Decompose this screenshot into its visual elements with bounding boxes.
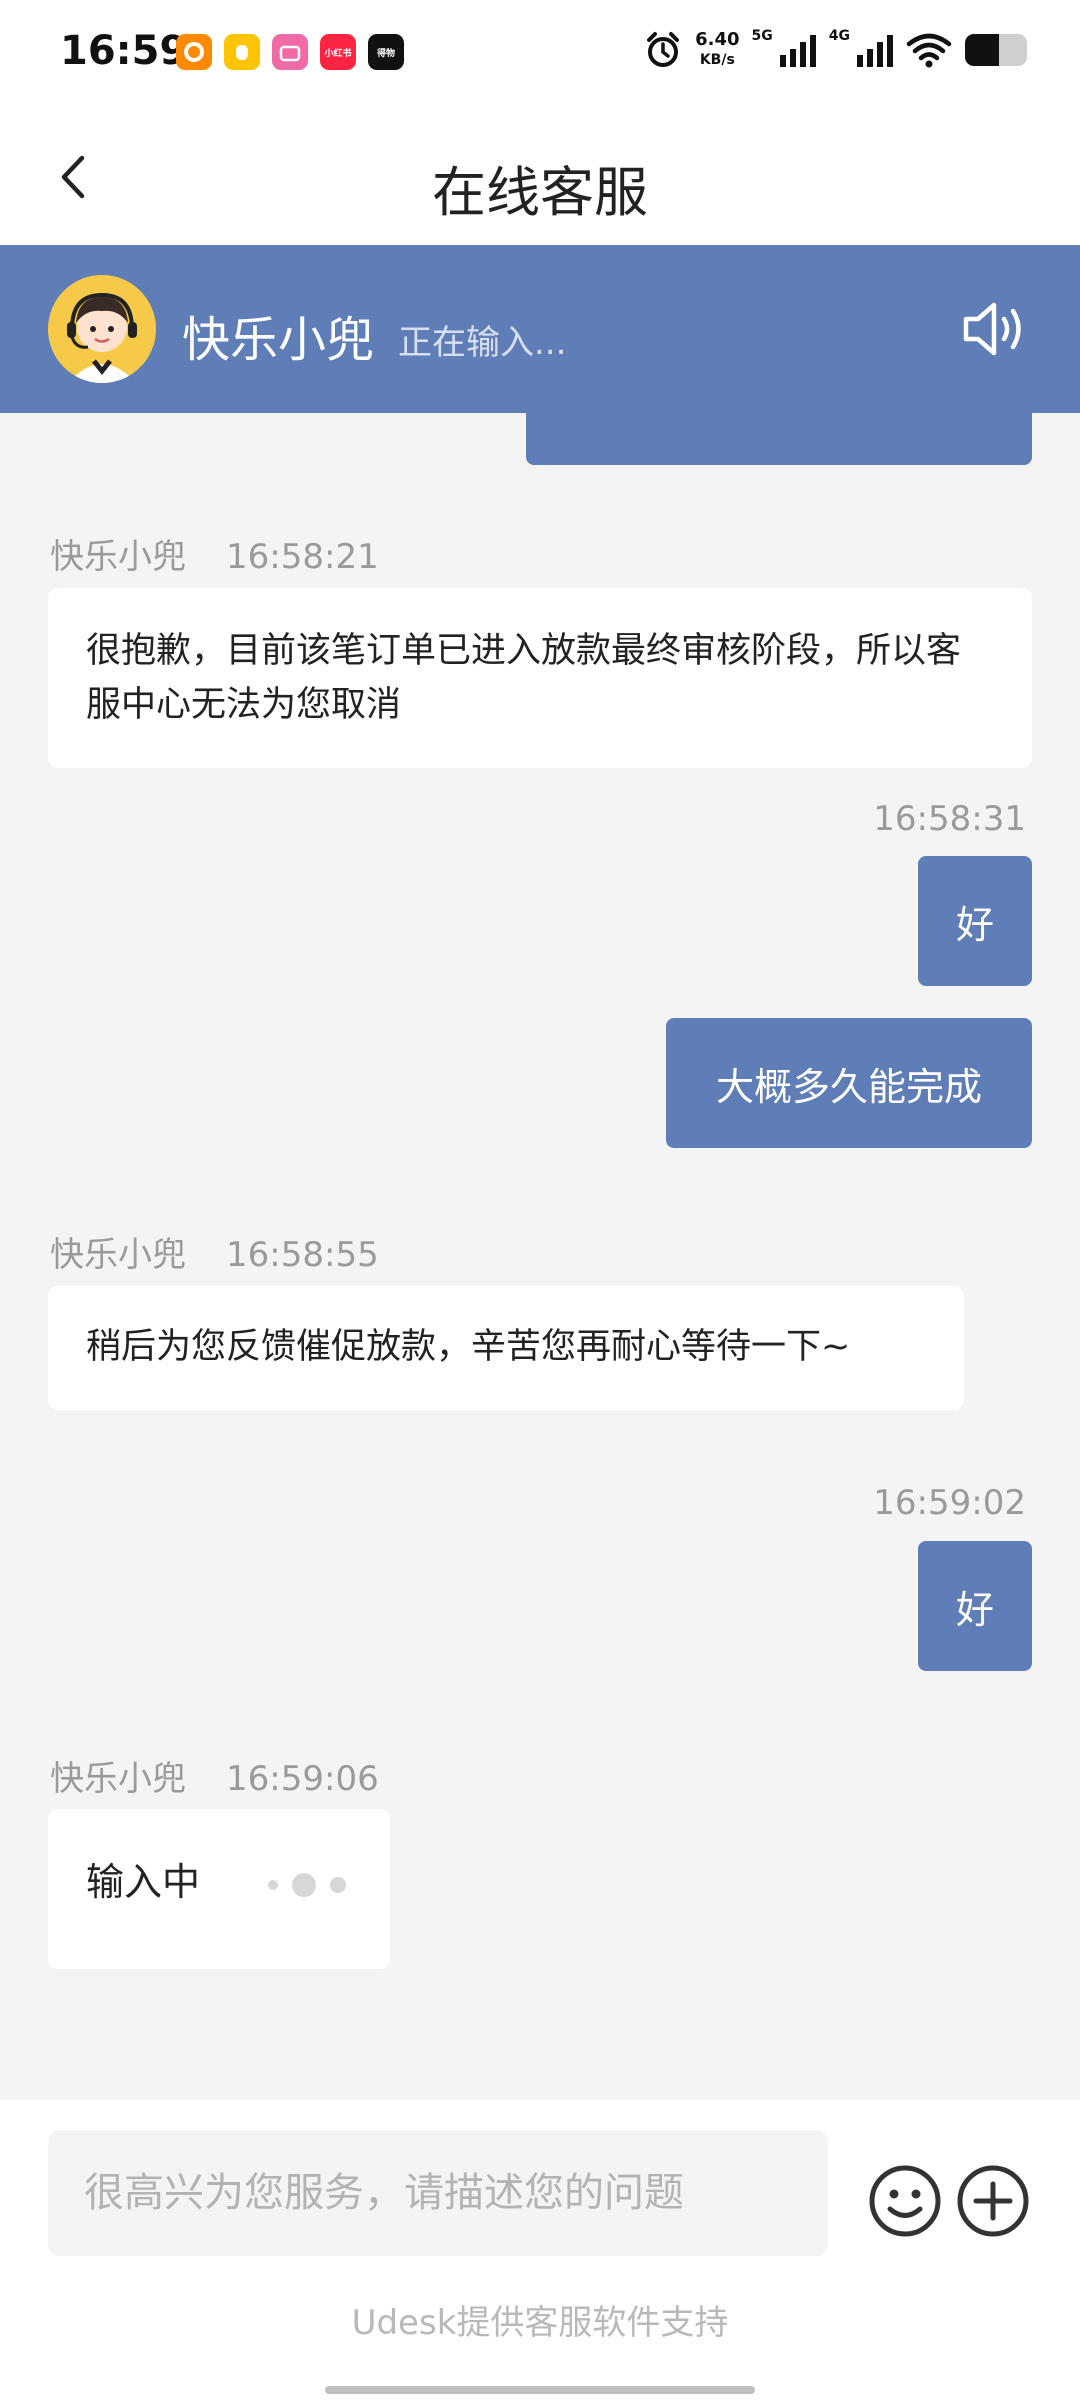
alarm-icon [647, 32, 680, 67]
message-bubble-cut [526, 413, 1032, 465]
net-speed: 6.40 KB/s [695, 29, 740, 69]
battery-icon [965, 34, 1027, 66]
message-bubble-agent: 稍后为您反馈催促放款，辛苦您再耐心等待一下~ [48, 1286, 964, 1410]
message-time: 16:58:21 [226, 537, 379, 577]
notification-apps: 小红书 得物 [176, 34, 404, 70]
message-input[interactable] [48, 2130, 828, 2256]
message-meta: 快乐小兜 16:58:55 [50, 1227, 379, 1276]
agent-header: 快乐小兜 正在输入... [0, 245, 1080, 413]
agent-typing-status: 正在输入... [398, 323, 567, 363]
speaker-button[interactable] [960, 297, 1030, 361]
signal-icon [857, 35, 893, 67]
message-bubble-user: 好 [918, 1541, 1032, 1671]
status-time: 16:59 [60, 28, 188, 74]
message-meta: 快乐小兜 16:59:06 [50, 1751, 379, 1800]
message-bubble-user: 好 [918, 856, 1032, 986]
input-area: Udesk提供客服软件支持 [0, 2100, 1080, 2400]
bilibili-icon [272, 34, 308, 70]
message-meta: 快乐小兜 16:58:21 [50, 529, 379, 578]
status-bar: 16:59 小红书 得物 6.40 KB/s 5G 4G [0, 0, 1080, 110]
hand-icon [224, 34, 260, 70]
message-time: 16:59:06 [226, 1759, 379, 1799]
plus-circle-icon [957, 2165, 1029, 2237]
xiaohongshu-icon: 小红书 [320, 34, 356, 70]
home-indicator[interactable] [325, 2386, 755, 2394]
title-bar: 在线客服 [0, 110, 1080, 245]
message-time: 16:58:55 [226, 1235, 379, 1275]
sim2-label: 4G [828, 28, 850, 44]
sim1-label: 5G [751, 28, 773, 44]
message-time: 16:58:31 [873, 799, 1026, 839]
speaker-icon [963, 302, 1021, 356]
typing-bubble: 输入中 [48, 1809, 390, 1969]
sender-name: 快乐小兜 [50, 1759, 186, 1799]
message-bubble-user: 大概多久能完成 [666, 1018, 1032, 1148]
status-right: 6.40 KB/s 5G 4G [643, 28, 1030, 70]
page-title: 在线客服 [432, 161, 648, 224]
typing-label: 输入中 [86, 1860, 201, 1904]
agent-avatar [48, 275, 156, 383]
signal-icon [779, 35, 816, 67]
chat-area[interactable]: 快乐小兜 16:58:21 很抱歉，目前该笔订单已进入放款最终审核阶段，所以客服中… [0, 413, 1080, 2100]
typing-dots-icon [268, 1872, 347, 1897]
message-time: 16:59:02 [873, 1483, 1026, 1523]
wifi-icon [906, 33, 952, 68]
add-attachment-button[interactable] [956, 2164, 1030, 2238]
emoji-button[interactable] [868, 2164, 942, 2238]
powered-by-text: Udesk提供客服软件支持 [351, 2303, 729, 2343]
dewu-icon: 得物 [368, 34, 404, 70]
agent-name: 快乐小兜 [182, 312, 375, 368]
agent-avatar-icon [48, 275, 156, 383]
sender-name: 快乐小兜 [50, 1235, 186, 1275]
sender-name: 快乐小兜 [50, 537, 186, 577]
emoji-icon [869, 2165, 941, 2237]
message-bubble-agent: 很抱歉，目前该笔订单已进入放款最终审核阶段，所以客服中心无法为您取消 [48, 588, 1032, 768]
taobao-icon [176, 34, 212, 70]
